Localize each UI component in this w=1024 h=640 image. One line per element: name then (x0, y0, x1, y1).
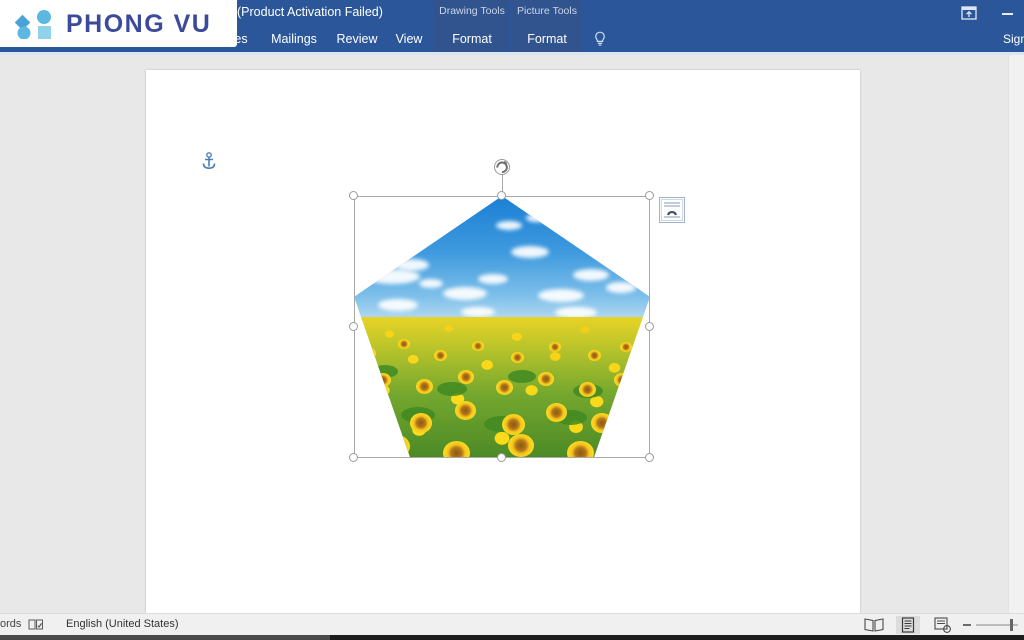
object-anchor-icon (201, 152, 217, 170)
contextual-group-drawing-tools-label: Drawing Tools (439, 5, 505, 17)
word-count-label[interactable]: ords (0, 618, 21, 630)
handle-top-center[interactable] (497, 191, 506, 200)
zoom-slider-thumb[interactable] (1010, 619, 1013, 631)
minimize-button[interactable] (998, 4, 1018, 22)
tab-mailings[interactable]: Mailings (264, 26, 324, 52)
language-label[interactable]: English (United States) (66, 618, 179, 630)
vertical-scrollbar[interactable] (1008, 55, 1024, 613)
tab-drawing-tools-format[interactable]: Format (434, 26, 510, 52)
tab-picture-tools-format-label: Format (527, 32, 567, 46)
contextual-group-picture-tools: Picture Tools (512, 0, 582, 26)
handle-middle-right[interactable] (645, 322, 654, 331)
web-layout-icon[interactable] (930, 616, 954, 634)
zoom-out-button[interactable] (963, 624, 971, 626)
ribbon-bottom-border (0, 52, 1024, 55)
rotate-handle-icon[interactable] (493, 158, 511, 176)
phong-vu-logo-mark (14, 9, 61, 40)
tab-mailings-label: Mailings (271, 32, 317, 46)
print-layout-icon[interactable] (896, 616, 920, 634)
lightbulb-icon (593, 31, 607, 47)
taskbar-progress-strip (0, 635, 330, 640)
sign-in-button[interactable]: Sign (1003, 26, 1024, 52)
handle-top-left[interactable] (349, 191, 358, 200)
tab-review-label: Review (336, 32, 378, 46)
tab-review[interactable]: Review (331, 26, 383, 52)
layout-options-icon[interactable] (659, 197, 685, 223)
document-title: (Product Activation Failed) (237, 5, 383, 19)
phong-vu-logo-text: PHONG VU (66, 10, 212, 38)
tab-view[interactable]: View (389, 26, 429, 52)
contextual-group-picture-tools-label: Picture Tools (517, 5, 577, 17)
picture-selection-frame (354, 196, 650, 458)
tab-view-label: View (395, 32, 423, 46)
handle-bottom-center[interactable] (497, 453, 506, 462)
ribbon-display-options-icon[interactable] (960, 4, 978, 22)
handle-top-right[interactable] (645, 191, 654, 200)
phong-vu-logo-overlay: PHONG VU (0, 0, 237, 47)
proofing-errors-icon[interactable] (28, 618, 44, 632)
tab-drawing-tools-format-label: Format (452, 32, 492, 46)
handle-bottom-right[interactable] (645, 453, 654, 462)
handle-middle-left[interactable] (349, 322, 358, 331)
status-bar: ords English (United States) (0, 613, 1024, 635)
read-mode-icon[interactable] (862, 616, 886, 634)
handle-bottom-left[interactable] (349, 453, 358, 462)
tab-picture-tools-format[interactable]: Format (512, 26, 582, 52)
selected-picture-container[interactable] (349, 159, 685, 462)
contextual-group-drawing-tools: Drawing Tools (434, 0, 510, 26)
